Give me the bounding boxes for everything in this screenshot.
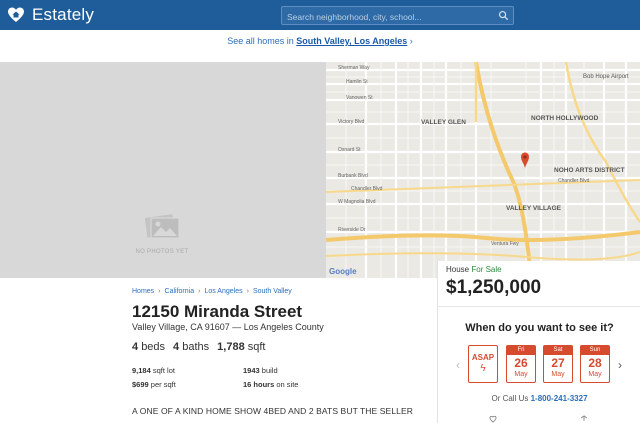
call-us-line: Or Call Us 1-800-241-3327 — [438, 394, 640, 403]
onsite-label: on site — [276, 380, 299, 389]
price-header: House For Sale $1,250,000 — [438, 261, 640, 307]
build-value: 1943 — [243, 366, 260, 375]
chevron-left-icon[interactable]: ‹ — [456, 358, 460, 372]
date-month: May — [588, 371, 602, 378]
street-label: Hamlin St — [346, 79, 368, 85]
ppsf-value: $699 — [132, 380, 149, 389]
date-option[interactable]: Fri 26 May — [506, 345, 536, 383]
beds-value: 4 — [132, 341, 139, 353]
street-label: Oxnard St — [338, 147, 361, 153]
phone-link[interactable]: 1-800-241-3327 — [531, 394, 588, 403]
search-icon[interactable] — [498, 10, 509, 21]
listing-key-stats: 4 beds 4 baths 1,788 sqft — [132, 341, 265, 353]
date-weekday: Sun — [581, 346, 609, 355]
no-photo-text: NO PHOTOS YET — [135, 249, 189, 255]
see-all-homes-banner: See all homes in South Valley, Los Angel… — [0, 36, 640, 46]
breadcrumb-area[interactable]: South Valley — [253, 288, 292, 295]
photo-placeholder: NO PHOTOS YET — [0, 62, 326, 278]
build-year-fact: 1943 build — [243, 366, 353, 375]
contact-panel: House For Sale $1,250,000 When do you wa… — [437, 261, 640, 423]
sale-status: For Sale — [471, 265, 502, 274]
street-label: Ventura Fwy — [491, 241, 519, 247]
search-box[interactable] — [281, 6, 514, 26]
search-input[interactable] — [282, 8, 513, 26]
heart-home-icon — [8, 7, 24, 22]
top-navbar: Estately — [0, 0, 640, 30]
asap-label: ASAP — [471, 353, 495, 362]
share-icon[interactable] — [580, 415, 588, 421]
build-label: build — [261, 366, 278, 375]
date-option[interactable]: Sun 28 May — [580, 345, 610, 383]
baths-value: 4 — [173, 341, 180, 353]
date-day: 28 — [588, 356, 602, 370]
place-label: NOHO ARTS DISTRICT — [554, 167, 625, 174]
tour-question: When do you want to see it? — [465, 322, 614, 334]
lot-size-fact: 9,184 sqft lot — [132, 366, 242, 375]
listing-locality: Valley Village, CA 91607 — Los Angeles C… — [132, 322, 324, 332]
street-label: Vanowen St — [346, 95, 373, 101]
sqft-value: 1,788 — [217, 341, 245, 353]
breadcrumb-homes[interactable]: Homes — [132, 288, 154, 295]
street-label: W Magnolia Blvd — [338, 199, 376, 205]
location-map[interactable]: Sherman Way Hamlin St Vanowen St Victory… — [326, 62, 640, 278]
baths-label: baths — [182, 341, 210, 353]
sqft-stat: 1,788 sqft — [217, 341, 265, 353]
breadcrumb-separator: › — [198, 288, 201, 295]
sqft-label: sqft — [247, 341, 266, 353]
google-attribution: Google — [329, 267, 357, 276]
street-label: Chandler Blvd — [351, 186, 383, 192]
date-day: 27 — [551, 356, 565, 370]
time-on-site-fact: 16 hours on site — [243, 380, 353, 389]
tour-date-picker: ‹ ASAP ϟ Fri 26 May Sat 27 May Sun 28 Ma… — [456, 345, 636, 385]
see-all-chevron: › — [407, 36, 413, 46]
street-label: Sherman Way — [338, 65, 370, 71]
map-canvas[interactable]: Sherman Way Hamlin St Vanowen St Victory… — [326, 62, 640, 278]
ppsf-label: per sqft — [150, 380, 176, 389]
beds-stat: 4 beds — [132, 341, 165, 353]
lot-value: 9,184 — [132, 366, 151, 375]
date-weekday: Fri — [507, 346, 535, 355]
street-label: Victory Blvd — [338, 119, 365, 125]
breadcrumb-separator: › — [158, 288, 161, 295]
place-label: VALLEY VILLAGE — [506, 205, 562, 212]
listing-address: 12150 Miranda Street — [132, 302, 303, 321]
property-type-label: House — [446, 265, 470, 274]
price-per-sqft-fact: $699 per sqft — [132, 380, 242, 389]
lot-label: sqft lot — [152, 366, 175, 375]
panel-bottom-icons — [489, 415, 588, 423]
onsite-value: 16 hours — [243, 380, 275, 389]
logo-text: Estately — [32, 5, 95, 24]
date-weekday: Sat — [544, 346, 572, 355]
date-option[interactable]: Sat 27 May — [543, 345, 573, 383]
street-label: Burbank Blvd — [338, 173, 368, 179]
place-label: NORTH HOLLYWOOD — [531, 115, 599, 122]
listing-description: A ONE OF A KIND HOME SHOW 4BED AND 2 BAT… — [132, 406, 413, 416]
call-us-label: Or Call Us — [491, 394, 529, 403]
breadcrumb: Homes › California › Los Angeles › South Va… — [132, 288, 292, 295]
street-label: Riverside Dr — [338, 227, 366, 233]
date-day: 26 — [514, 356, 528, 370]
property-type: House For Sale — [446, 265, 502, 274]
beds-label: beds — [141, 341, 166, 353]
lightning-icon: ϟ — [480, 363, 486, 374]
estately-logo[interactable]: Estately — [6, 4, 94, 26]
see-all-prefix: See all homes in — [227, 36, 297, 46]
breadcrumb-state[interactable]: California — [165, 288, 195, 295]
chevron-right-icon[interactable]: › — [618, 358, 622, 372]
street-label: Chandler Blvd — [558, 178, 590, 184]
date-month: May — [514, 371, 528, 378]
heart-icon[interactable] — [489, 415, 497, 423]
baths-stat: 4 baths — [173, 341, 209, 353]
listing-price: $1,250,000 — [446, 277, 542, 298]
no-photo-icon — [145, 214, 180, 239]
place-label: VALLEY GLEN — [421, 119, 466, 126]
date-month: May — [551, 371, 565, 378]
breadcrumb-city[interactable]: Los Angeles — [204, 288, 242, 295]
breadcrumb-separator: › — [246, 288, 249, 295]
asap-option[interactable]: ASAP ϟ — [468, 345, 498, 383]
see-all-area-link[interactable]: South Valley, Los Angeles — [296, 36, 407, 46]
map-pin-dot — [523, 155, 527, 159]
airport-label: Bob Hope Airport — [583, 74, 629, 80]
